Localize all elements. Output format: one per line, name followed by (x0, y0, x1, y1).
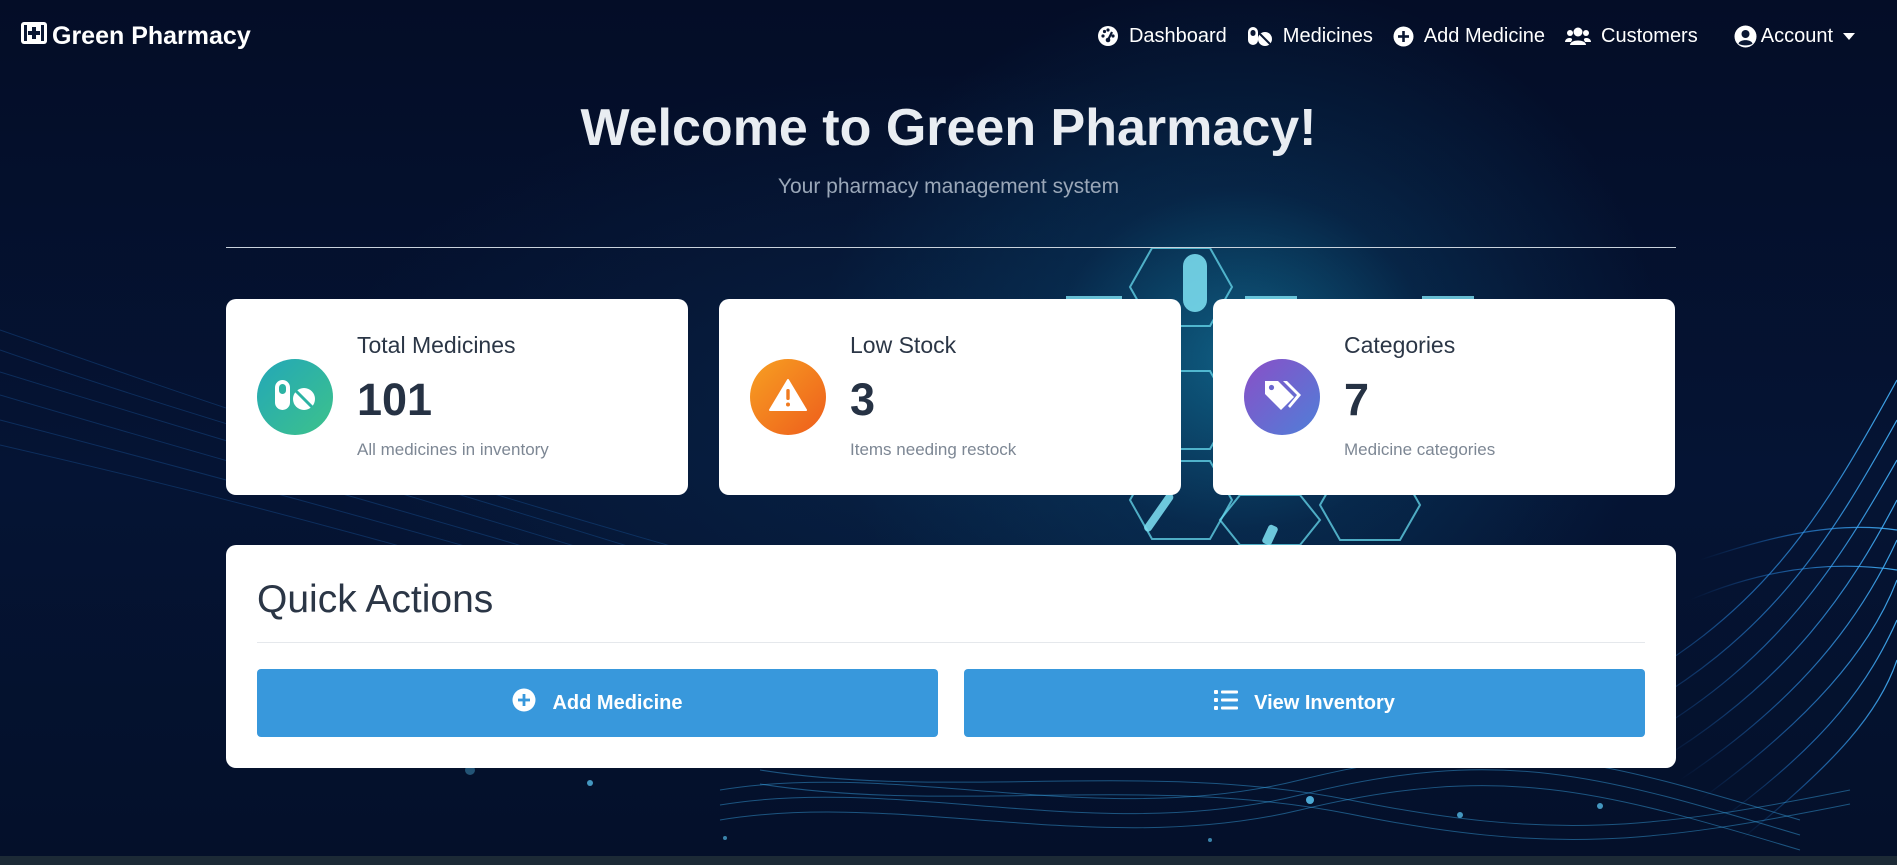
pills-icon (1247, 26, 1273, 46)
stat-value: 3 (850, 374, 875, 426)
stat-card-categories: Categories 7 Medicine categories (1213, 299, 1675, 495)
nav-item-customers[interactable]: Customers (1565, 25, 1698, 48)
page-title: Welcome to Green Pharmacy! (0, 98, 1897, 158)
stat-title: Low Stock (850, 332, 956, 359)
stat-value: 7 (1344, 374, 1369, 426)
nav-item-label: Add Medicine (1424, 25, 1545, 48)
stat-icon-circle (1244, 359, 1320, 435)
gauge-icon (1097, 25, 1119, 47)
stat-description: Items needing restock (850, 440, 1016, 460)
stat-icon-circle (750, 359, 826, 435)
button-label: View Inventory (1254, 692, 1395, 715)
quick-actions-panel: Quick Actions Add Medicine (226, 545, 1676, 768)
clinic-medical-icon (20, 20, 48, 53)
stat-description: Medicine categories (1344, 440, 1495, 460)
brand-link[interactable]: Green Pharmacy (20, 20, 251, 53)
user-circle-icon (1734, 25, 1757, 48)
stat-icon-circle (257, 359, 333, 435)
brand-name: Green Pharmacy (52, 22, 251, 51)
nav-item-medicines[interactable]: Medicines (1247, 25, 1373, 48)
stat-title: Total Medicines (357, 332, 516, 359)
top-navbar: Green Pharmacy Dashboard (0, 0, 1897, 72)
divider (257, 642, 1645, 643)
account-label: Account (1761, 25, 1833, 48)
nav-item-dashboard[interactable]: Dashboard (1097, 25, 1227, 48)
stat-title: Categories (1344, 332, 1455, 359)
nav-links: Dashboard Medicines (1077, 25, 1877, 48)
nav-item-label: Customers (1601, 25, 1698, 48)
dashboard-page: Green Pharmacy Dashboard (0, 0, 1897, 865)
divider (226, 247, 1676, 248)
tags-icon (1262, 377, 1302, 418)
plus-circle-icon (1393, 26, 1414, 47)
nav-item-label: Dashboard (1129, 25, 1227, 48)
pills-icon (273, 378, 317, 417)
nav-item-label: Medicines (1283, 25, 1373, 48)
quick-actions-title: Quick Actions (257, 578, 493, 622)
nav-item-add-medicine[interactable]: Add Medicine (1393, 25, 1545, 48)
stat-value: 101 (357, 374, 432, 426)
list-icon (1214, 689, 1238, 717)
view-inventory-button[interactable]: View Inventory (964, 669, 1645, 737)
add-medicine-button[interactable]: Add Medicine (257, 669, 938, 737)
users-icon (1565, 26, 1591, 46)
stat-card-total-medicines: Total Medicines 101 All medicines in inv… (226, 299, 688, 495)
account-dropdown[interactable]: Account (1734, 25, 1855, 48)
plus-circle-icon (512, 688, 536, 718)
footer-bar (0, 856, 1897, 865)
button-label: Add Medicine (552, 692, 682, 715)
page-subtitle: Your pharmacy management system (0, 175, 1897, 199)
stat-description: All medicines in inventory (357, 440, 549, 460)
warning-icon (769, 378, 807, 417)
chevron-down-icon (1843, 33, 1855, 40)
stat-card-low-stock: Low Stock 3 Items needing restock (719, 299, 1181, 495)
